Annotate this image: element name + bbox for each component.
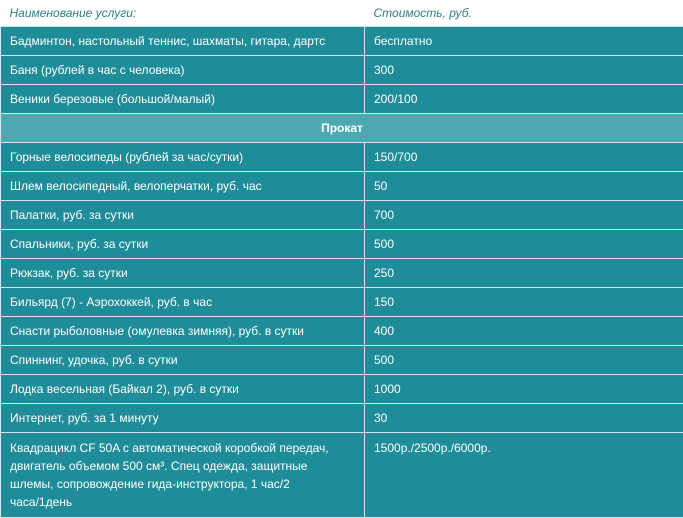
table-row: Лодка весельная (Байкал 2), руб. в сутки… — [1, 375, 683, 404]
service-cell: Спиннинг, удочка, руб. в сутки — [1, 346, 365, 375]
service-cell: Бадминтон, настольный теннис, шахматы, г… — [1, 27, 365, 56]
price-cell: 1500р./2500р./6000р. — [365, 433, 683, 518]
price-cell: 500 — [365, 230, 683, 259]
service-cell: Бильярд (7) - Аэрохоккей, руб. в час — [1, 288, 365, 317]
price-cell: бесплатно — [365, 27, 683, 56]
service-cell: Снасти рыболовные (омулевка зимняя), руб… — [1, 317, 365, 346]
table-row: Бадминтон, настольный теннис, шахматы, г… — [1, 27, 683, 56]
table-row: Баня (рублей в час с человека) 300 — [1, 56, 683, 85]
service-cell: Интернет, руб. за 1 минуту — [1, 404, 365, 433]
table-row: Веники березовые (большой/малый) 200/100 — [1, 85, 683, 114]
table-row: Квадрацикл CF 50A с автоматической короб… — [1, 433, 683, 518]
price-cell: 400 — [365, 317, 683, 346]
section-header-row: Прокат — [1, 114, 683, 143]
service-cell: Рюкзак, руб. за сутки — [1, 259, 365, 288]
service-cell: Лодка весельная (Байкал 2), руб. в сутки — [1, 375, 365, 404]
service-cell: Веники березовые (большой/малый) — [1, 85, 365, 114]
service-cell: Шлем велосипедный, велоперчатки, руб. ча… — [1, 172, 365, 201]
service-cell: Палатки, руб. за сутки — [1, 201, 365, 230]
table-header-row: Наименование услуги: Стоимость, руб. — [1, 0, 683, 27]
price-cell: 1000 — [365, 375, 683, 404]
table-row: Бильярд (7) - Аэрохоккей, руб. в час 150 — [1, 288, 683, 317]
section-title: Прокат — [1, 114, 683, 143]
service-cell: Баня (рублей в час с человека) — [1, 56, 365, 85]
price-cell: 150/700 — [365, 143, 683, 172]
price-column-header: Стоимость, руб. — [365, 0, 683, 27]
price-cell: 700 — [365, 201, 683, 230]
service-cell: Горные велосипеды (рублей за час/сутки) — [1, 143, 365, 172]
service-cell: Квадрацикл CF 50A с автоматической короб… — [1, 433, 365, 518]
table-row: Снасти рыболовные (омулевка зимняя), руб… — [1, 317, 683, 346]
table-row: Спальники, руб. за сутки 500 — [1, 230, 683, 259]
price-cell: 50 — [365, 172, 683, 201]
table-row: Спиннинг, удочка, руб. в сутки 500 — [1, 346, 683, 375]
price-cell: 30 — [365, 404, 683, 433]
price-table: Наименование услуги: Стоимость, руб. Бад… — [0, 0, 683, 518]
price-cell: 150 — [365, 288, 683, 317]
price-cell: 500 — [365, 346, 683, 375]
table-row: Интернет, руб. за 1 минуту 30 — [1, 404, 683, 433]
table-row: Горные велосипеды (рублей за час/сутки) … — [1, 143, 683, 172]
table-row: Палатки, руб. за сутки 700 — [1, 201, 683, 230]
service-cell: Спальники, руб. за сутки — [1, 230, 365, 259]
price-cell: 300 — [365, 56, 683, 85]
price-cell: 200/100 — [365, 85, 683, 114]
table-row: Шлем велосипедный, велоперчатки, руб. ча… — [1, 172, 683, 201]
service-column-header: Наименование услуги: — [1, 0, 365, 27]
table-row: Рюкзак, руб. за сутки 250 — [1, 259, 683, 288]
price-cell: 250 — [365, 259, 683, 288]
